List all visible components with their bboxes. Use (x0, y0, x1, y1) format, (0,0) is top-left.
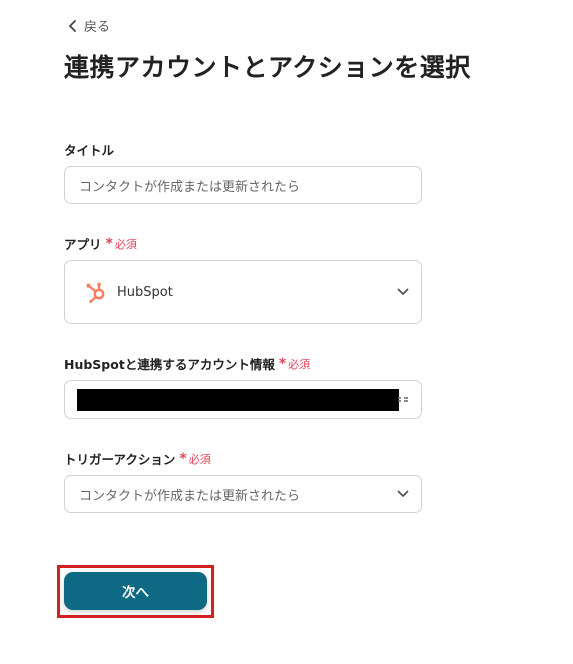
required-badge: * 必須 (105, 235, 137, 252)
app-select[interactable]: HubSpot (64, 260, 422, 324)
hubspot-icon (86, 282, 105, 303)
back-link[interactable]: 戻る (68, 16, 110, 35)
title-field-label: タイトル (64, 143, 115, 158)
selected-app-name: HubSpot (117, 284, 173, 300)
chevron-left-icon (69, 19, 76, 32)
app-field-label: アプリ * 必須 (64, 235, 137, 253)
trigger-field-label: トリガーアクション * 必須 (64, 450, 211, 468)
title-input-value: コンタクトが作成または更新されたら (79, 179, 301, 195)
link-icon (398, 396, 408, 402)
redacted-account-value (77, 389, 399, 411)
trigger-action-value: コンタクトが作成または更新されたら (79, 488, 301, 504)
page-title: 連携アカウントとアクションを選択 (64, 53, 471, 82)
next-button[interactable]: 次へ (64, 572, 207, 610)
back-label: 戻る (84, 20, 111, 35)
required-badge: * 必須 (179, 450, 211, 467)
trigger-action-select[interactable]: コンタクトが作成または更新されたら (64, 475, 422, 513)
title-input[interactable]: コンタクトが作成または更新されたら (64, 166, 422, 204)
chevron-down-icon (397, 288, 409, 295)
chevron-down-icon (397, 490, 409, 497)
account-select[interactable] (64, 380, 422, 419)
required-badge: * 必須 (278, 355, 311, 372)
account-field-label: HubSpotと連携するアカウント情報 * 必須 (64, 355, 311, 373)
